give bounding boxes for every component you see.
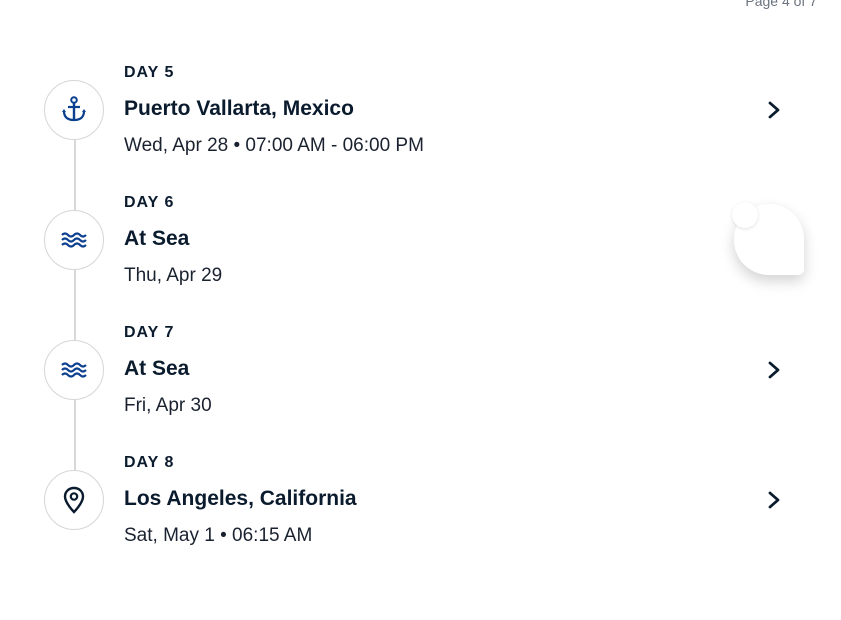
itinerary-day-7[interactable]: DAY 7 At Sea Fri, Apr 30: [0, 320, 841, 430]
chevron-right-icon[interactable]: [765, 490, 783, 510]
day-title: At Sea: [124, 357, 190, 380]
day-title: Puerto Vallarta, Mexico: [124, 97, 354, 120]
day-title: Los Angeles, California: [124, 487, 357, 510]
day-subtitle: Sat, May 1 • 06:15 AM: [124, 525, 313, 546]
chat-bubble-dot: [732, 202, 758, 228]
location-pin-icon: [44, 470, 104, 530]
chevron-right-icon[interactable]: [765, 360, 783, 380]
day-label: DAY 6: [124, 194, 175, 211]
day-subtitle: Wed, Apr 28 • 07:00 AM - 06:00 PM: [124, 135, 424, 156]
waves-icon: [44, 340, 104, 400]
chevron-right-icon[interactable]: [765, 100, 783, 120]
day-subtitle: Thu, Apr 29: [124, 265, 223, 286]
page-indicator: Page 4 of 7: [745, 0, 817, 9]
day-title: At Sea: [124, 227, 190, 250]
day-subtitle: Fri, Apr 30: [124, 395, 212, 416]
itinerary-day-5[interactable]: DAY 5 Puerto Vallarta, Mexico Wed, Apr 2…: [0, 60, 841, 170]
day-label: DAY 5: [124, 64, 175, 81]
anchor-icon: [44, 80, 104, 140]
waves-icon: [44, 210, 104, 270]
itinerary-day-6[interactable]: DAY 6 At Sea Thu, Apr 29: [0, 190, 841, 300]
day-label: DAY 7: [124, 324, 175, 341]
itinerary-day-8[interactable]: DAY 8 Los Angeles, California Sat, May 1…: [0, 450, 841, 560]
day-label: DAY 8: [124, 454, 175, 471]
